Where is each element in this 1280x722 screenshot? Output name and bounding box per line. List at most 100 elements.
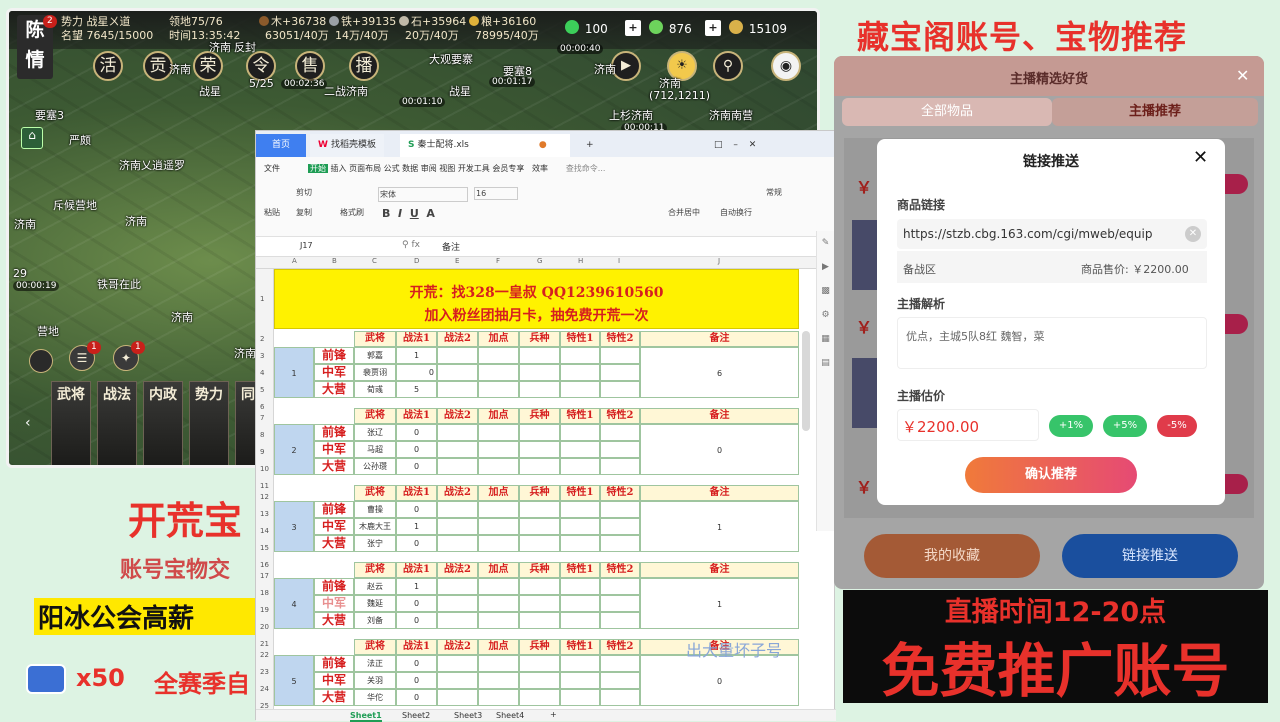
adjust-minus5-button[interactable]: -5% xyxy=(1157,415,1197,437)
data-cell[interactable] xyxy=(560,689,600,706)
col-letter[interactable]: A xyxy=(292,257,297,265)
note-cell[interactable]: 1 xyxy=(640,578,799,629)
map-label[interactable]: 济南 xyxy=(234,345,256,361)
map-label[interactable]: 战星 xyxy=(449,83,471,99)
col-letter[interactable]: H xyxy=(578,257,583,265)
data-cell[interactable] xyxy=(560,578,600,595)
data-cell[interactable] xyxy=(519,655,560,672)
data-cell[interactable] xyxy=(560,347,600,364)
data-cell[interactable]: 关羽 xyxy=(354,672,396,689)
data-cell[interactable]: 0 xyxy=(396,655,437,672)
data-cell[interactable] xyxy=(560,424,600,441)
data-cell[interactable]: 法正 xyxy=(354,655,396,672)
data-cell[interactable]: 马超 xyxy=(354,441,396,458)
data-cell[interactable] xyxy=(519,458,560,475)
column-header-cell[interactable]: 特性1 xyxy=(560,485,600,501)
data-cell[interactable] xyxy=(478,424,519,441)
column-header-cell[interactable]: 战法2 xyxy=(437,639,478,655)
data-cell[interactable] xyxy=(519,364,560,381)
data-cell[interactable]: 1 xyxy=(396,347,437,364)
column-header-cell[interactable]: 特性1 xyxy=(560,562,600,578)
data-cell[interactable] xyxy=(600,441,640,458)
column-header-cell[interactable]: 武将 xyxy=(354,485,396,501)
format-painter-button[interactable]: 格式刷 xyxy=(340,207,364,218)
data-cell[interactable] xyxy=(600,381,640,398)
row-number[interactable]: 6 xyxy=(260,403,264,411)
column-header-cell[interactable]: 特性2 xyxy=(600,639,640,655)
position-label[interactable]: 大营 xyxy=(314,381,354,398)
estimate-input[interactable]: ￥2200.00 xyxy=(897,409,1039,441)
data-cell[interactable] xyxy=(600,535,640,552)
map-label[interactable]: 大观要寨 xyxy=(429,51,473,67)
col-letter[interactable]: C xyxy=(372,257,377,265)
map-label[interactable]: 上杉济南 xyxy=(609,107,653,123)
data-cell[interactable] xyxy=(560,672,600,689)
note-cell[interactable]: 0 xyxy=(640,655,799,706)
row-number[interactable]: 14 xyxy=(260,527,269,535)
merge-center-button[interactable]: 合并居中 xyxy=(668,207,700,218)
data-cell[interactable] xyxy=(519,347,560,364)
font-size-select[interactable]: 16 xyxy=(474,187,518,200)
copy-button[interactable]: 复制 xyxy=(296,207,312,218)
data-cell[interactable] xyxy=(478,518,519,535)
col-letter[interactable]: G xyxy=(537,257,542,265)
row-number[interactable]: 22 xyxy=(260,651,269,659)
menu-button-huo[interactable]: 活 xyxy=(93,51,123,81)
data-cell[interactable]: 0 xyxy=(396,441,437,458)
data-cell[interactable] xyxy=(437,424,478,441)
data-cell[interactable] xyxy=(560,458,600,475)
data-cell[interactable]: 0 xyxy=(396,612,437,629)
group-number[interactable]: 3 xyxy=(274,501,314,552)
position-label[interactable]: 前锋 xyxy=(314,655,354,672)
column-header-cell[interactable]: 特性1 xyxy=(560,408,600,424)
tab-generals[interactable]: 武将 xyxy=(51,381,91,465)
col-letter[interactable]: F xyxy=(496,257,500,265)
menu-button-bo[interactable]: 播 xyxy=(349,51,379,81)
column-header-cell[interactable]: 兵种 xyxy=(519,408,560,424)
menu-layout[interactable]: 页面布局 xyxy=(349,164,381,173)
data-cell[interactable] xyxy=(600,578,640,595)
command-search[interactable]: 查找命令... xyxy=(566,164,606,173)
column-header-cell[interactable]: 战法2 xyxy=(437,408,478,424)
data-cell[interactable] xyxy=(560,535,600,552)
row-number[interactable]: 9 xyxy=(260,448,264,456)
note-cell[interactable]: 1 xyxy=(640,501,799,552)
position-label[interactable]: 中军 xyxy=(314,441,354,458)
position-label[interactable]: 大营 xyxy=(314,535,354,552)
data-cell[interactable] xyxy=(437,364,478,381)
formula-input[interactable]: 备注 xyxy=(442,240,460,253)
data-cell[interactable] xyxy=(600,347,640,364)
data-cell[interactable] xyxy=(600,672,640,689)
position-label[interactable]: 前锋 xyxy=(314,501,354,518)
data-cell[interactable]: 0 xyxy=(396,501,437,518)
data-cell[interactable] xyxy=(478,578,519,595)
column-header-cell[interactable]: 兵种 xyxy=(519,562,560,578)
group-number[interactable]: 5 xyxy=(274,655,314,706)
position-label[interactable]: 中军 xyxy=(314,672,354,689)
position-label[interactable]: 中军 xyxy=(314,364,354,381)
data-cell[interactable] xyxy=(560,501,600,518)
data-cell[interactable]: 郭嘉 xyxy=(354,347,396,364)
bold-button[interactable]: B I U A xyxy=(382,207,435,220)
tab-template[interactable]: W 找稻壳模板 xyxy=(310,134,384,157)
side-toolbar[interactable]: ✎ ▶ ▩ ⚙ ▦ ▤ xyxy=(816,231,834,531)
search-icon[interactable]: ⚲ xyxy=(713,51,743,81)
data-cell[interactable]: 0 xyxy=(396,535,437,552)
map-label[interactable]: 斥候营地 xyxy=(53,197,97,213)
data-cell[interactable] xyxy=(519,595,560,612)
data-cell[interactable] xyxy=(437,347,478,364)
data-cell[interactable] xyxy=(519,612,560,629)
column-header-cell[interactable]: 战法1 xyxy=(396,562,437,578)
map-label[interactable]: 二战济南 xyxy=(324,83,368,99)
analysis-textarea[interactable]: 优点，主城5队8红 魏智，菜 xyxy=(897,317,1207,369)
column-header-cell[interactable]: 武将 xyxy=(354,331,396,347)
row-number[interactable]: 10 xyxy=(260,465,269,473)
col-letter[interactable]: E xyxy=(455,257,459,265)
close-icon[interactable]: ✕ xyxy=(1236,66,1249,85)
data-cell[interactable] xyxy=(437,672,478,689)
data-cell[interactable] xyxy=(600,595,640,612)
tab-recommended[interactable]: 主播推荐 xyxy=(1052,98,1258,126)
note-cell[interactable]: 6 xyxy=(640,347,799,398)
column-header-cell[interactable]: 特性2 xyxy=(600,331,640,347)
column-header-cell[interactable]: 武将 xyxy=(354,639,396,655)
